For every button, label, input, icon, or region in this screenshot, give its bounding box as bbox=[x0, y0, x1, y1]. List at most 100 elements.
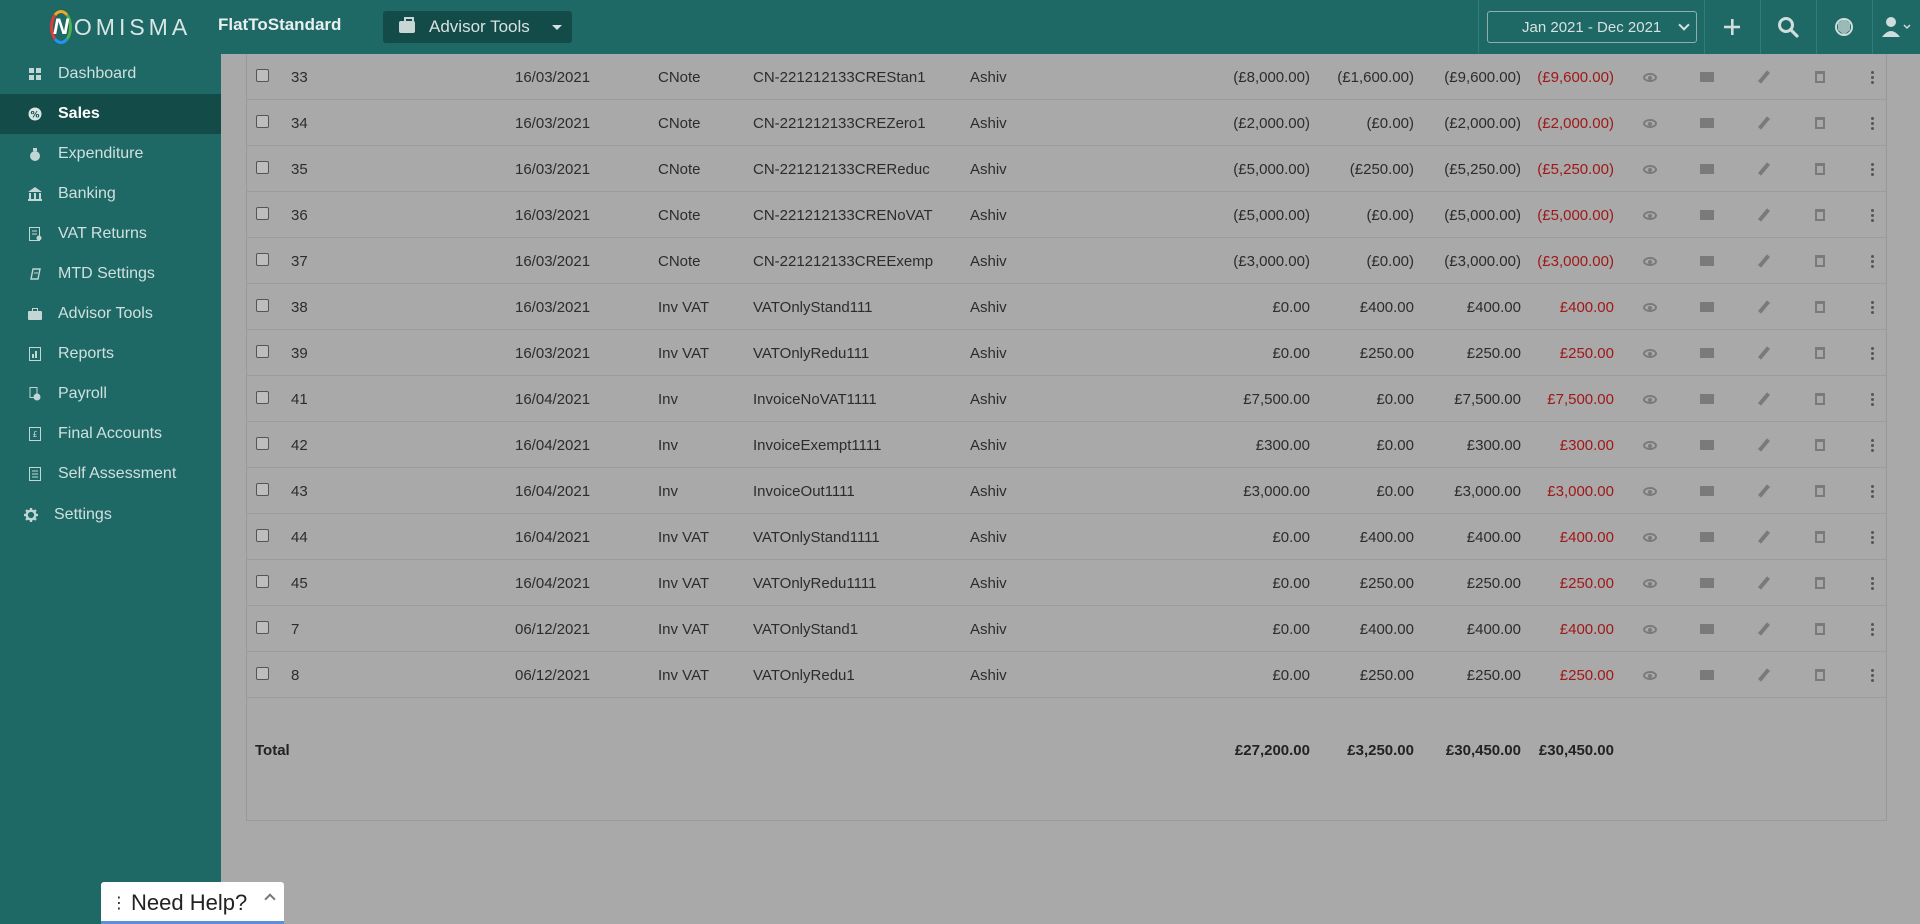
sidebar-item-self-assessment[interactable]: Self Assessment bbox=[0, 454, 221, 494]
more-options-icon[interactable] bbox=[1864, 161, 1880, 177]
email-icon[interactable] bbox=[1699, 345, 1715, 361]
email-icon[interactable] bbox=[1699, 69, 1715, 85]
email-icon[interactable] bbox=[1699, 621, 1715, 637]
delete-icon[interactable] bbox=[1812, 299, 1828, 315]
table-row[interactable]: 44 16/04/2021 Inv VAT VATOnlyStand1111 Ashiv… bbox=[247, 514, 1886, 560]
delete-icon[interactable] bbox=[1812, 437, 1828, 453]
delete-icon[interactable] bbox=[1812, 575, 1828, 591]
table-row[interactable]: 35 16/03/2021 CNote CN-221212133CREReduc Ash… bbox=[247, 146, 1886, 192]
more-options-icon[interactable] bbox=[1864, 529, 1880, 545]
view-icon[interactable] bbox=[1642, 299, 1658, 315]
search-icon[interactable] bbox=[1760, 0, 1816, 54]
row-checkbox[interactable] bbox=[256, 69, 269, 82]
sidebar-item-reports[interactable]: Reports bbox=[0, 334, 221, 374]
more-options-icon[interactable] bbox=[1864, 391, 1880, 407]
sidebar-item-mtd-settings[interactable]: MTD Settings bbox=[0, 254, 221, 294]
edit-icon[interactable] bbox=[1756, 483, 1772, 499]
view-icon[interactable] bbox=[1642, 161, 1658, 177]
delete-icon[interactable] bbox=[1812, 621, 1828, 637]
table-row[interactable]: 41 16/04/2021 Inv InvoiceNoVAT1111 Ashiv £7,5… bbox=[247, 376, 1886, 422]
table-row[interactable]: 34 16/03/2021 CNote CN-221212133CREZero1 Ash… bbox=[247, 100, 1886, 146]
advisor-tools-button[interactable]: Advisor Tools bbox=[383, 11, 572, 43]
email-icon[interactable] bbox=[1699, 437, 1715, 453]
delete-icon[interactable] bbox=[1812, 161, 1828, 177]
edit-icon[interactable] bbox=[1756, 69, 1772, 85]
delete-icon[interactable] bbox=[1812, 253, 1828, 269]
edit-icon[interactable] bbox=[1756, 529, 1772, 545]
delete-icon[interactable] bbox=[1812, 483, 1828, 499]
sidebar-item-vat-returns[interactable]: VAT Returns bbox=[0, 214, 221, 254]
email-icon[interactable] bbox=[1699, 299, 1715, 315]
delete-icon[interactable] bbox=[1812, 667, 1828, 683]
user-icon[interactable] bbox=[1872, 0, 1920, 54]
more-options-icon[interactable] bbox=[1864, 299, 1880, 315]
view-icon[interactable] bbox=[1642, 529, 1658, 545]
row-checkbox[interactable] bbox=[256, 391, 269, 404]
need-help-widget[interactable]: ⋮ Need Help? bbox=[101, 882, 284, 924]
view-icon[interactable] bbox=[1642, 575, 1658, 591]
sidebar-item-expenditure[interactable]: Expenditure bbox=[0, 134, 221, 174]
sidebar-item-dashboard[interactable]: Dashboard bbox=[0, 54, 221, 94]
chevron-up-icon[interactable] bbox=[264, 893, 276, 905]
sidebar-item-advisor-tools[interactable]: Advisor Tools bbox=[0, 294, 221, 334]
row-checkbox[interactable] bbox=[256, 437, 269, 450]
row-checkbox[interactable] bbox=[256, 207, 269, 220]
row-checkbox[interactable] bbox=[256, 115, 269, 128]
email-icon[interactable] bbox=[1699, 667, 1715, 683]
delete-icon[interactable] bbox=[1812, 69, 1828, 85]
view-icon[interactable] bbox=[1642, 391, 1658, 407]
email-icon[interactable] bbox=[1699, 529, 1715, 545]
more-options-icon[interactable] bbox=[1864, 115, 1880, 131]
delete-icon[interactable] bbox=[1812, 345, 1828, 361]
edit-icon[interactable] bbox=[1756, 115, 1772, 131]
email-icon[interactable] bbox=[1699, 207, 1715, 223]
sidebar-item-settings[interactable]: Settings bbox=[0, 495, 221, 535]
more-options-icon[interactable] bbox=[1864, 575, 1880, 591]
row-checkbox[interactable] bbox=[256, 529, 269, 542]
view-icon[interactable] bbox=[1642, 621, 1658, 637]
email-icon[interactable] bbox=[1699, 161, 1715, 177]
row-checkbox[interactable] bbox=[256, 667, 269, 680]
table-row[interactable]: 33 16/03/2021 CNote CN-221212133CREStan1 Ash… bbox=[247, 54, 1886, 100]
view-icon[interactable] bbox=[1642, 69, 1658, 85]
edit-icon[interactable] bbox=[1756, 207, 1772, 223]
edit-icon[interactable] bbox=[1756, 299, 1772, 315]
edit-icon[interactable] bbox=[1756, 161, 1772, 177]
view-icon[interactable] bbox=[1642, 667, 1658, 683]
row-checkbox[interactable] bbox=[256, 483, 269, 496]
edit-icon[interactable] bbox=[1756, 437, 1772, 453]
table-row[interactable]: 45 16/04/2021 Inv VAT VATOnlyRedu1111 Ashiv £… bbox=[247, 560, 1886, 606]
row-checkbox[interactable] bbox=[256, 345, 269, 358]
row-checkbox[interactable] bbox=[256, 161, 269, 174]
more-options-icon[interactable] bbox=[1864, 667, 1880, 683]
table-row[interactable]: 42 16/04/2021 Inv InvoiceExempt1111 Ashiv £30… bbox=[247, 422, 1886, 468]
more-options-icon[interactable] bbox=[1864, 253, 1880, 269]
more-options-icon[interactable] bbox=[1864, 207, 1880, 223]
email-icon[interactable] bbox=[1699, 253, 1715, 269]
table-row[interactable]: 37 16/03/2021 CNote CN-221212133CREExemp Ash… bbox=[247, 238, 1886, 284]
row-checkbox[interactable] bbox=[256, 575, 269, 588]
edit-icon[interactable] bbox=[1756, 575, 1772, 591]
sidebar-item-banking[interactable]: Banking bbox=[0, 174, 221, 214]
more-options-icon[interactable] bbox=[1864, 483, 1880, 499]
edit-icon[interactable] bbox=[1756, 345, 1772, 361]
nomisma-logo[interactable]: N OMISMA bbox=[50, 8, 190, 46]
sidebar-item-final-accounts[interactable]: £ Final Accounts bbox=[0, 414, 221, 454]
email-icon[interactable] bbox=[1699, 115, 1715, 131]
more-options-icon[interactable] bbox=[1864, 69, 1880, 85]
view-icon[interactable] bbox=[1642, 207, 1658, 223]
more-options-icon[interactable] bbox=[1864, 437, 1880, 453]
view-icon[interactable] bbox=[1642, 437, 1658, 453]
delete-icon[interactable] bbox=[1812, 115, 1828, 131]
table-row[interactable]: 7 06/12/2021 Inv VAT VATOnlyStand1 Ashiv £0.0… bbox=[247, 606, 1886, 652]
edit-icon[interactable] bbox=[1756, 667, 1772, 683]
email-icon[interactable] bbox=[1699, 391, 1715, 407]
view-icon[interactable] bbox=[1642, 345, 1658, 361]
delete-icon[interactable] bbox=[1812, 391, 1828, 407]
more-options-icon[interactable] bbox=[1864, 621, 1880, 637]
table-row[interactable]: 8 06/12/2021 Inv VAT VATOnlyRedu1 Ashiv £0.00… bbox=[247, 652, 1886, 698]
table-row[interactable]: 43 16/04/2021 Inv InvoiceOut1111 Ashiv £3,000… bbox=[247, 468, 1886, 514]
table-row[interactable]: 36 16/03/2021 CNote CN-221212133CRENoVAT Ash… bbox=[247, 192, 1886, 238]
row-checkbox[interactable] bbox=[256, 621, 269, 634]
table-row[interactable]: 39 16/03/2021 Inv VAT VATOnlyRedu111 Ashiv £0… bbox=[247, 330, 1886, 376]
